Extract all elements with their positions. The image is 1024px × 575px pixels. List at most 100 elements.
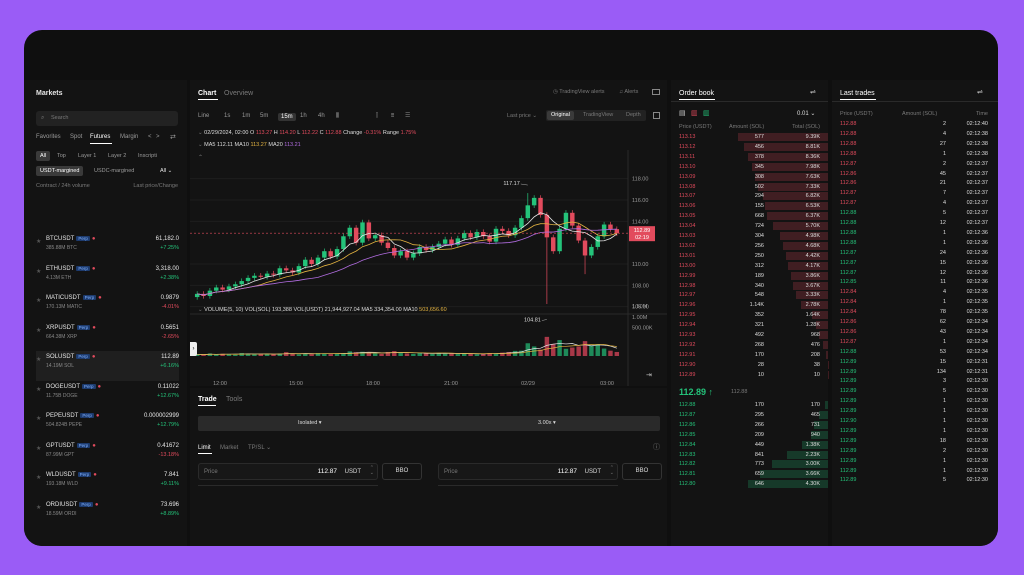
draw-icon[interactable]: ⩩ — [391, 113, 394, 119]
ask-row[interactable]: 112.90 28 38 — [671, 360, 828, 370]
bid-row[interactable]: 112.82 773 3.00K — [671, 460, 828, 469]
order-type-limit[interactable]: Limit — [198, 445, 211, 451]
ask-row[interactable]: 113.06 155 6.53K — [671, 202, 828, 211]
interval-15m[interactable]: 15m — [278, 113, 296, 121]
ask-row[interactable]: 113.10 345 7.98K — [671, 162, 828, 172]
bid-row[interactable]: 112.84 449 1.38K — [671, 440, 828, 450]
market-row[interactable]: ★ MATICUSDT Perp ● 170.13M MATIC 0.9879 -4.01% — [36, 292, 179, 322]
ask-row[interactable]: 113.07 294 6.82K — [671, 192, 828, 201]
interval-line[interactable]: Line — [198, 113, 209, 119]
subtab-layer1[interactable]: Layer 1 — [78, 153, 96, 160]
tab-margin[interactable]: Margin — [120, 134, 138, 140]
interval-5m[interactable]: 5m — [260, 113, 268, 119]
ask-row[interactable]: 112.95 352 1.64K — [671, 311, 828, 320]
filter-usdc-margined[interactable]: USDC-margined — [94, 168, 134, 175]
col-contract[interactable]: Contract / 24h volume — [36, 183, 90, 190]
star-icon[interactable]: ★ — [36, 386, 41, 393]
ask-row[interactable]: 112.97 548 3.33K — [671, 291, 828, 300]
chevron-right-icon[interactable]: > — [156, 134, 160, 140]
book-both-icon[interactable]: ▤ — [679, 110, 686, 117]
ask-row[interactable]: 113.13 577 9.39K — [671, 133, 828, 142]
buy-price-field[interactable]: Price 112.87 USDT ⌃ ⌄ — [198, 463, 378, 480]
ask-row[interactable]: 112.96 1.14K 2.78K — [671, 301, 828, 310]
col-last-price[interactable]: Last price/Change — [133, 183, 178, 190]
ask-row[interactable]: 113.04 724 5.70K — [671, 222, 828, 231]
bid-row[interactable]: 112.85 209 940 — [671, 430, 828, 440]
precision-select[interactable]: 0.01 ⌄ — [797, 111, 815, 117]
tab-spot[interactable]: Spot — [70, 134, 82, 140]
expand-handle[interactable]: › — [190, 342, 197, 356]
chevron-left-icon[interactable]: < — [148, 134, 152, 140]
bid-row[interactable]: 112.81 659 3.66K — [671, 470, 828, 479]
market-row[interactable]: ★ ORDIUSDT Perp ● 18.59M ORDI 73.696 +8.89% — [36, 499, 179, 529]
price-chart[interactable]: 112.8902:19 118.00 116.00 114.00 110.00 108.0… — [190, 150, 667, 386]
market-row[interactable]: ★ ETHUSDT Perp ● 4.13M ETH 3,318.00 +2.38% — [36, 263, 179, 293]
info-icon[interactable]: ⓘ — [653, 444, 660, 451]
sell-price-field[interactable]: Price 112.87 USDT ⌃ ⌄ — [438, 463, 618, 480]
ask-row[interactable]: 113.12 456 8.81K — [671, 142, 828, 152]
interval-1h[interactable]: 1h — [300, 113, 307, 119]
bid-row[interactable]: 112.83 841 2.23K — [671, 450, 828, 460]
ask-row[interactable]: 113.08 502 7.33K — [671, 182, 828, 192]
tab-futures[interactable]: Futures — [90, 134, 110, 140]
market-row[interactable]: ★ DOGEUSDT Perp ● 11.75B DOGE 0.11022 +12.67% — [36, 381, 179, 411]
subtab-all[interactable]: All — [36, 151, 51, 161]
ask-row[interactable]: 113.05 668 6.37K — [671, 212, 828, 221]
ask-row[interactable]: 113.11 378 8.36K — [671, 152, 828, 162]
book-asks-icon[interactable]: ▥ — [691, 110, 698, 117]
ask-row[interactable]: 112.98 340 3.67K — [671, 281, 828, 291]
tradingview-alerts-link[interactable]: ◷ TradingView alerts — [553, 89, 605, 96]
last-price-dropdown[interactable]: Last price ⌄ — [507, 113, 537, 120]
market-row[interactable]: ★ WLDUSDT Perp ● 193.18M WLD 7.841 +9.11% — [36, 469, 179, 499]
window-icon[interactable] — [652, 89, 660, 95]
ask-row[interactable]: 112.91 170 208 — [671, 350, 828, 360]
order-type-market[interactable]: Market — [220, 445, 238, 451]
search-input[interactable]: ⌕ Search — [36, 111, 178, 126]
bid-row[interactable]: 112.86 266 731 — [671, 420, 828, 430]
book-bids-icon[interactable]: ▥ — [703, 110, 710, 117]
subtab-top[interactable]: Top — [57, 153, 66, 160]
order-type-tpsl[interactable]: TP/SL ⌄ — [248, 445, 271, 451]
leverage-select[interactable]: 3.00x ▾ — [538, 420, 556, 427]
ask-row[interactable]: 112.92 268 476 — [671, 340, 828, 350]
ask-row[interactable]: 112.89 10 10 — [671, 370, 828, 380]
tab-overview[interactable]: Overview — [224, 90, 253, 97]
filter-usdt-margined[interactable]: USDT-margined — [36, 166, 84, 176]
market-row[interactable]: ★ BTCUSDT Perp ● 385.88M BTC 61,182.0 +7.25% — [36, 233, 179, 263]
tab-tools[interactable]: Tools — [226, 396, 242, 403]
sell-price-stepper-icon[interactable]: ⌃ ⌄ — [610, 466, 614, 476]
star-icon[interactable]: ★ — [36, 474, 41, 481]
ask-row[interactable]: 113.09 308 7.63K — [671, 172, 828, 182]
chart-type-icon[interactable]: ⫼ — [336, 113, 339, 119]
scroll-to-latest-icon[interactable]: ⇥ — [646, 372, 652, 379]
ask-row[interactable]: 113.01 250 4.42K — [671, 251, 828, 261]
margin-mode-select[interactable]: Isolated ▾ — [298, 420, 322, 427]
buy-price-stepper-icon[interactable]: ⌃ ⌄ — [370, 466, 374, 476]
ask-row[interactable]: 112.99 189 3.86K — [671, 271, 828, 281]
settings-icon[interactable]: ☰ — [405, 113, 410, 119]
view-original[interactable]: Original — [547, 111, 574, 120]
star-icon[interactable]: ★ — [36, 327, 41, 334]
ask-row[interactable]: 112.93 492 968 — [671, 331, 828, 340]
subtab-layer2[interactable]: Layer 2 — [108, 153, 126, 160]
bid-row[interactable]: 112.88 170 170 — [671, 401, 828, 410]
buy-bbo-button[interactable]: BBO — [382, 463, 422, 480]
ask-row[interactable]: 113.03 304 4.98K — [671, 232, 828, 241]
interval-4h[interactable]: 4h — [318, 113, 325, 119]
alerts-link[interactable]: ♫ Alerts — [619, 89, 638, 96]
bid-row[interactable]: 112.87 295 465 — [671, 410, 828, 420]
tab-chart[interactable]: Chart — [198, 90, 216, 97]
market-row[interactable]: ★ XRPUSDT Perp ● 664.38M XRP 0.5651 -2.65% — [36, 322, 179, 352]
indicator-icon[interactable]: ⫿ — [376, 113, 378, 119]
market-row[interactable]: ★ GPTUSDT Perp ● 87.99M GPT 0.41672 -13.18% — [36, 440, 179, 470]
filter-all-dropdown[interactable]: All ⌄ — [160, 168, 172, 175]
subtab-inscription[interactable]: Inscripti — [138, 153, 157, 160]
view-tradingview[interactable]: TradingView — [583, 112, 613, 119]
view-depth[interactable]: Depth — [626, 112, 641, 119]
ask-row[interactable]: 113.02 256 4.68K — [671, 241, 828, 251]
star-icon[interactable]: ★ — [36, 445, 41, 452]
order-book-settings-icon[interactable]: ⇌ — [810, 89, 816, 96]
swap-icon[interactable]: ⇄ — [170, 134, 176, 141]
star-icon[interactable]: ★ — [36, 268, 41, 275]
tab-trade[interactable]: Trade — [198, 396, 217, 403]
